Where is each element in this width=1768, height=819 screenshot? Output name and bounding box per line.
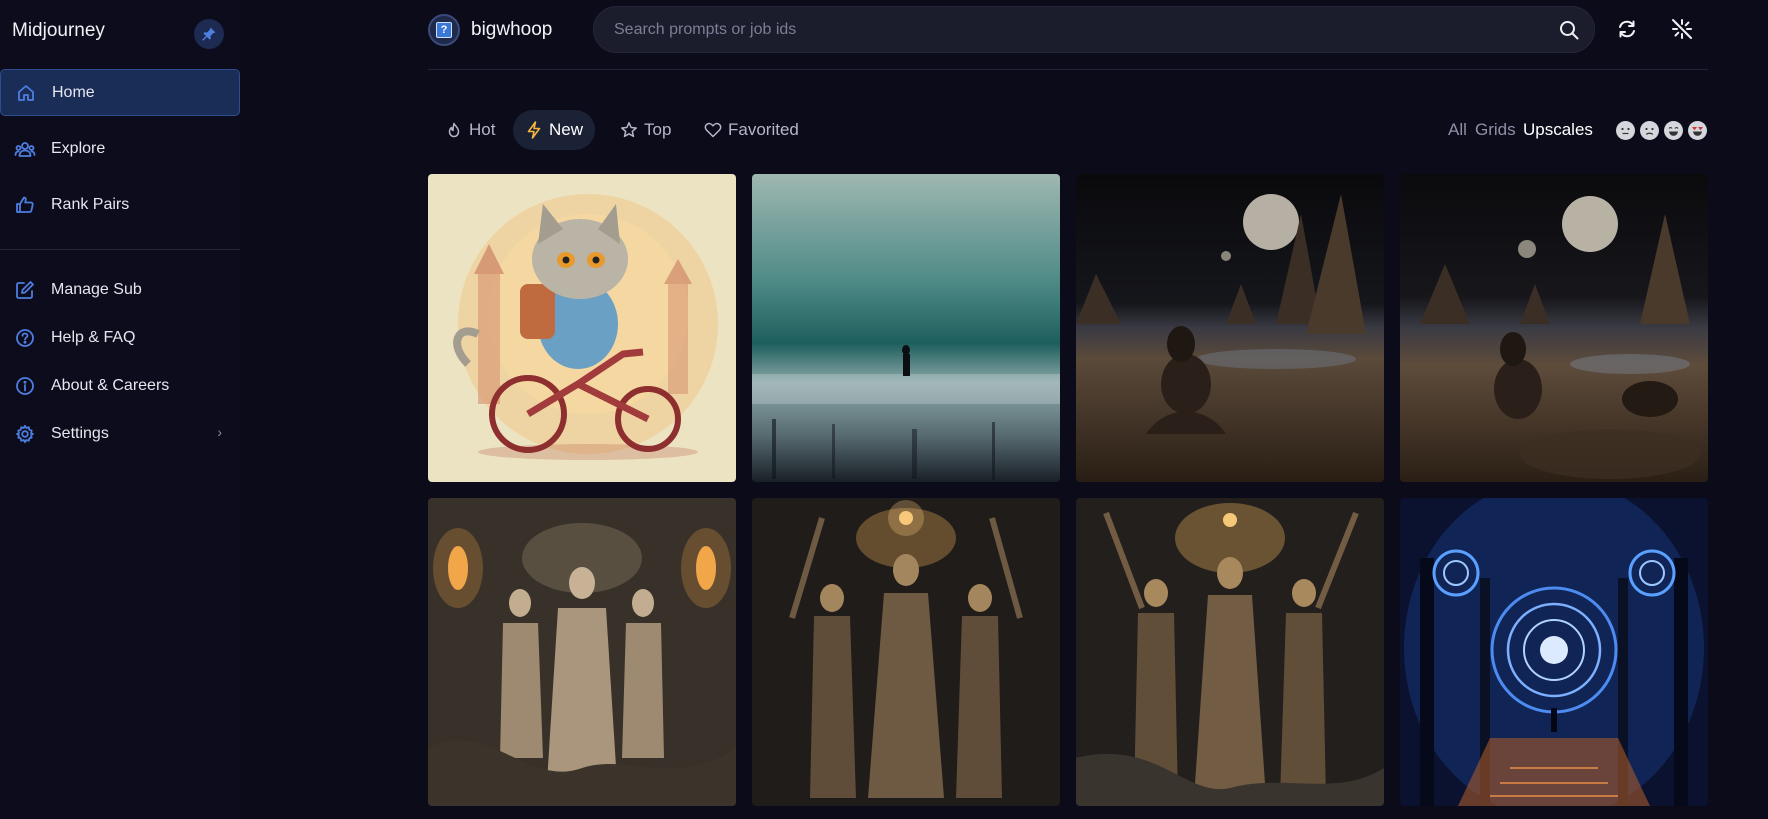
secondary-nav: Manage Sub Help & FAQ About & Careers Se… — [0, 267, 240, 459]
sidebar-item-label: Explore — [51, 139, 106, 157]
sidebar-item-label: About & Careers — [51, 377, 170, 394]
filter-grids[interactable]: Grids — [1475, 120, 1516, 140]
people-icon — [14, 138, 36, 160]
sidebar-item-explore[interactable]: Explore — [0, 125, 240, 172]
help-icon — [14, 327, 36, 349]
star-icon — [620, 121, 638, 139]
sidebar-item-label: Settings — [51, 425, 109, 442]
gear-icon — [14, 423, 36, 445]
refresh-button[interactable] — [1614, 16, 1640, 42]
sidebar-item-label: Manage Sub — [51, 281, 142, 298]
filter-all[interactable]: All — [1448, 120, 1467, 140]
gallery-image-goddesses-halo[interactable] — [752, 498, 1060, 806]
sidebar-item-help[interactable]: Help & FAQ — [0, 315, 240, 361]
primary-nav: Home Explore Rank Pairs — [0, 69, 240, 237]
sidebar-item-label: Rank Pairs — [51, 195, 130, 213]
sidebar-divider — [0, 249, 240, 250]
tab-favorited[interactable]: Favorited — [692, 110, 811, 150]
search-input[interactable] — [614, 7, 1514, 52]
brand-logo[interactable]: Midjourney — [12, 20, 105, 42]
gallery-image-goddesses-arms[interactable] — [1076, 498, 1384, 806]
edit-icon — [14, 279, 36, 301]
sad-face-icon[interactable] — [1640, 121, 1659, 140]
info-icon — [14, 375, 36, 397]
sidebar-item-label: Home — [52, 83, 95, 101]
sidebar: Midjourney Home Explore Rank Pairs Manag… — [0, 0, 240, 819]
tab-hot[interactable]: Hot — [433, 110, 507, 150]
gallery-image-misty-shore[interactable] — [752, 174, 1060, 482]
chevron-right-icon: › — [217, 424, 222, 440]
sparkle-toggle-icon — [1672, 19, 1692, 39]
thumbs-up-icon — [14, 194, 36, 216]
filter-upscales[interactable]: Upscales — [1523, 120, 1593, 140]
header-divider — [428, 69, 1708, 70]
sidebar-item-label: Help & FAQ — [51, 329, 136, 346]
tab-label: Hot — [469, 120, 496, 139]
gallery-image-blue-portal[interactable] — [1400, 498, 1708, 806]
tab-top[interactable]: Top — [608, 110, 683, 150]
tab-label: New — [549, 120, 584, 139]
search-bar — [593, 6, 1595, 53]
pin-button[interactable] — [194, 19, 224, 49]
neutral-face-icon[interactable] — [1616, 121, 1635, 140]
bolt-icon — [525, 121, 543, 139]
tab-label: Favorited — [728, 120, 799, 139]
gallery-image-cat-bicycle[interactable] — [428, 174, 736, 482]
tab-new[interactable]: New — [513, 110, 596, 150]
happy-face-icon[interactable] — [1664, 121, 1683, 140]
sidebar-item-rank-pairs[interactable]: Rank Pairs — [0, 181, 240, 228]
avatar-glyph: ? — [436, 22, 452, 38]
theme-toggle-button[interactable] — [1669, 16, 1695, 42]
heart-icon — [704, 121, 722, 139]
gallery-image-goddesses-torches[interactable] — [428, 498, 736, 806]
love-face-icon[interactable] — [1688, 121, 1707, 140]
sidebar-item-home[interactable]: Home — [0, 69, 240, 116]
sidebar-item-settings[interactable]: Settings › — [0, 411, 240, 457]
tab-label: Top — [644, 120, 672, 139]
flame-icon — [445, 121, 463, 139]
refresh-icon — [1619, 20, 1635, 38]
username[interactable]: bigwhoop — [471, 19, 552, 41]
gallery-image-lunar-woman-variation[interactable] — [1400, 174, 1708, 482]
search-icon[interactable] — [1558, 19, 1580, 41]
gallery-image-lunar-woman[interactable] — [1076, 174, 1384, 482]
sidebar-item-about[interactable]: About & Careers — [0, 363, 240, 409]
pin-icon — [202, 27, 216, 41]
sidebar-item-manage-sub[interactable]: Manage Sub — [0, 267, 240, 313]
avatar[interactable]: ? — [428, 14, 460, 46]
home-icon — [15, 82, 37, 104]
